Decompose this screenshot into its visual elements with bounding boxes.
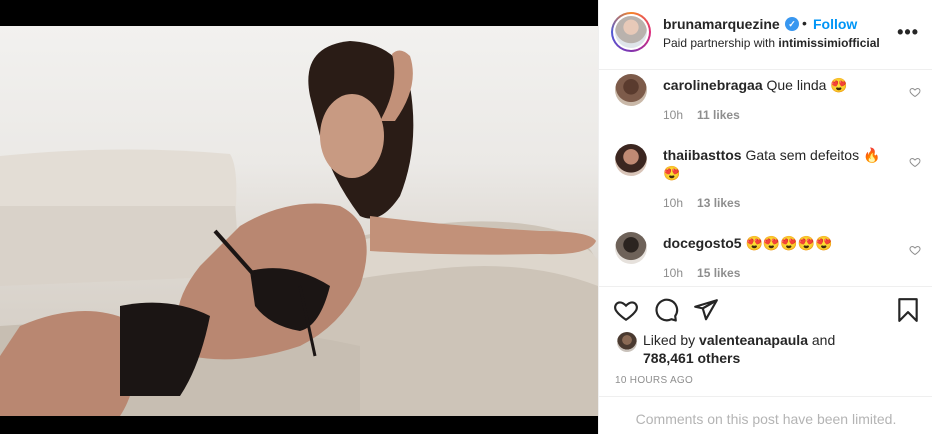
liker-avatar[interactable] xyxy=(617,332,637,352)
comments-list[interactable]: carolinebragaa Que linda 😍 10h 11 likes t… xyxy=(599,70,932,286)
comment-meta: 10h 13 likes xyxy=(663,196,740,210)
comment-username[interactable]: thaiibasttos xyxy=(663,147,742,163)
comment-likes[interactable]: 13 likes xyxy=(697,196,740,210)
post-timestamp[interactable]: 10 HOURS AGO xyxy=(615,375,693,386)
comment-username[interactable]: docegosto5 xyxy=(663,235,742,251)
comment-age: 10h xyxy=(663,196,684,210)
comment-like-heart-icon[interactable] xyxy=(909,244,921,256)
post-photo[interactable] xyxy=(0,26,598,416)
verified-icon: ✓ xyxy=(785,17,799,31)
post-side-panel: brunamarquezine ✓ • Follow Paid partners… xyxy=(598,0,932,434)
liked-by-text: Liked by valenteanapaula and 788,461 oth… xyxy=(643,331,873,367)
comment-text: thaiibasttos Gata sem defeitos 🔥 😍 xyxy=(663,146,895,182)
comment-likes[interactable]: 15 likes xyxy=(697,266,740,280)
post-header: brunamarquezine ✓ • Follow Paid partners… xyxy=(599,0,932,70)
comment-like-heart-icon[interactable] xyxy=(909,86,921,98)
comment-text: carolinebragaa Que linda 😍 xyxy=(663,76,895,94)
partner-brand-link[interactable]: intimissimiofficial xyxy=(778,36,879,50)
post-actions-bar xyxy=(599,286,932,332)
liked-by-joiner: and xyxy=(807,332,836,348)
comment-icon[interactable] xyxy=(653,297,679,323)
comment-username[interactable]: carolinebragaa xyxy=(663,77,763,93)
liker-username[interactable]: valenteanapaula xyxy=(699,332,808,348)
share-icon[interactable] xyxy=(693,297,719,323)
partnership-prefix: Paid partnership with xyxy=(663,36,779,50)
comment-like-heart-icon[interactable] xyxy=(909,156,921,168)
post-photo-illustration xyxy=(0,41,598,416)
comment-meta: 10h 11 likes xyxy=(663,108,740,122)
more-icon[interactable]: ••• xyxy=(897,22,919,43)
comment-likes[interactable]: 11 likes xyxy=(697,108,740,122)
comment-body: 😍😍😍😍😍 xyxy=(745,235,833,251)
comment-age: 10h xyxy=(663,108,684,122)
comment-avatar[interactable] xyxy=(615,144,647,176)
comment-avatar[interactable] xyxy=(615,232,647,264)
heart-icon[interactable] xyxy=(613,297,639,323)
author-username[interactable]: brunamarquezine xyxy=(663,16,780,32)
comment-body: Que linda 😍 xyxy=(766,77,848,93)
comment-text: docegosto5 😍😍😍😍😍 xyxy=(663,234,895,252)
author-avatar[interactable] xyxy=(611,12,651,52)
comments-limited-notice: Comments on this post have been limited. xyxy=(599,396,932,434)
paid-partnership-label: Paid partnership with intimissimiofficia… xyxy=(663,36,880,50)
likes-count-link[interactable]: 788,461 others xyxy=(643,350,740,366)
post-media-area xyxy=(0,0,598,434)
liked-by-prefix: Liked by xyxy=(643,332,700,348)
comment-avatar[interactable] xyxy=(615,74,647,106)
follow-button[interactable]: Follow xyxy=(813,16,857,32)
separator-dot: • xyxy=(802,15,807,31)
comment-meta: 10h 15 likes xyxy=(663,266,740,280)
comment-age: 10h xyxy=(663,266,684,280)
bookmark-icon[interactable] xyxy=(895,297,921,323)
